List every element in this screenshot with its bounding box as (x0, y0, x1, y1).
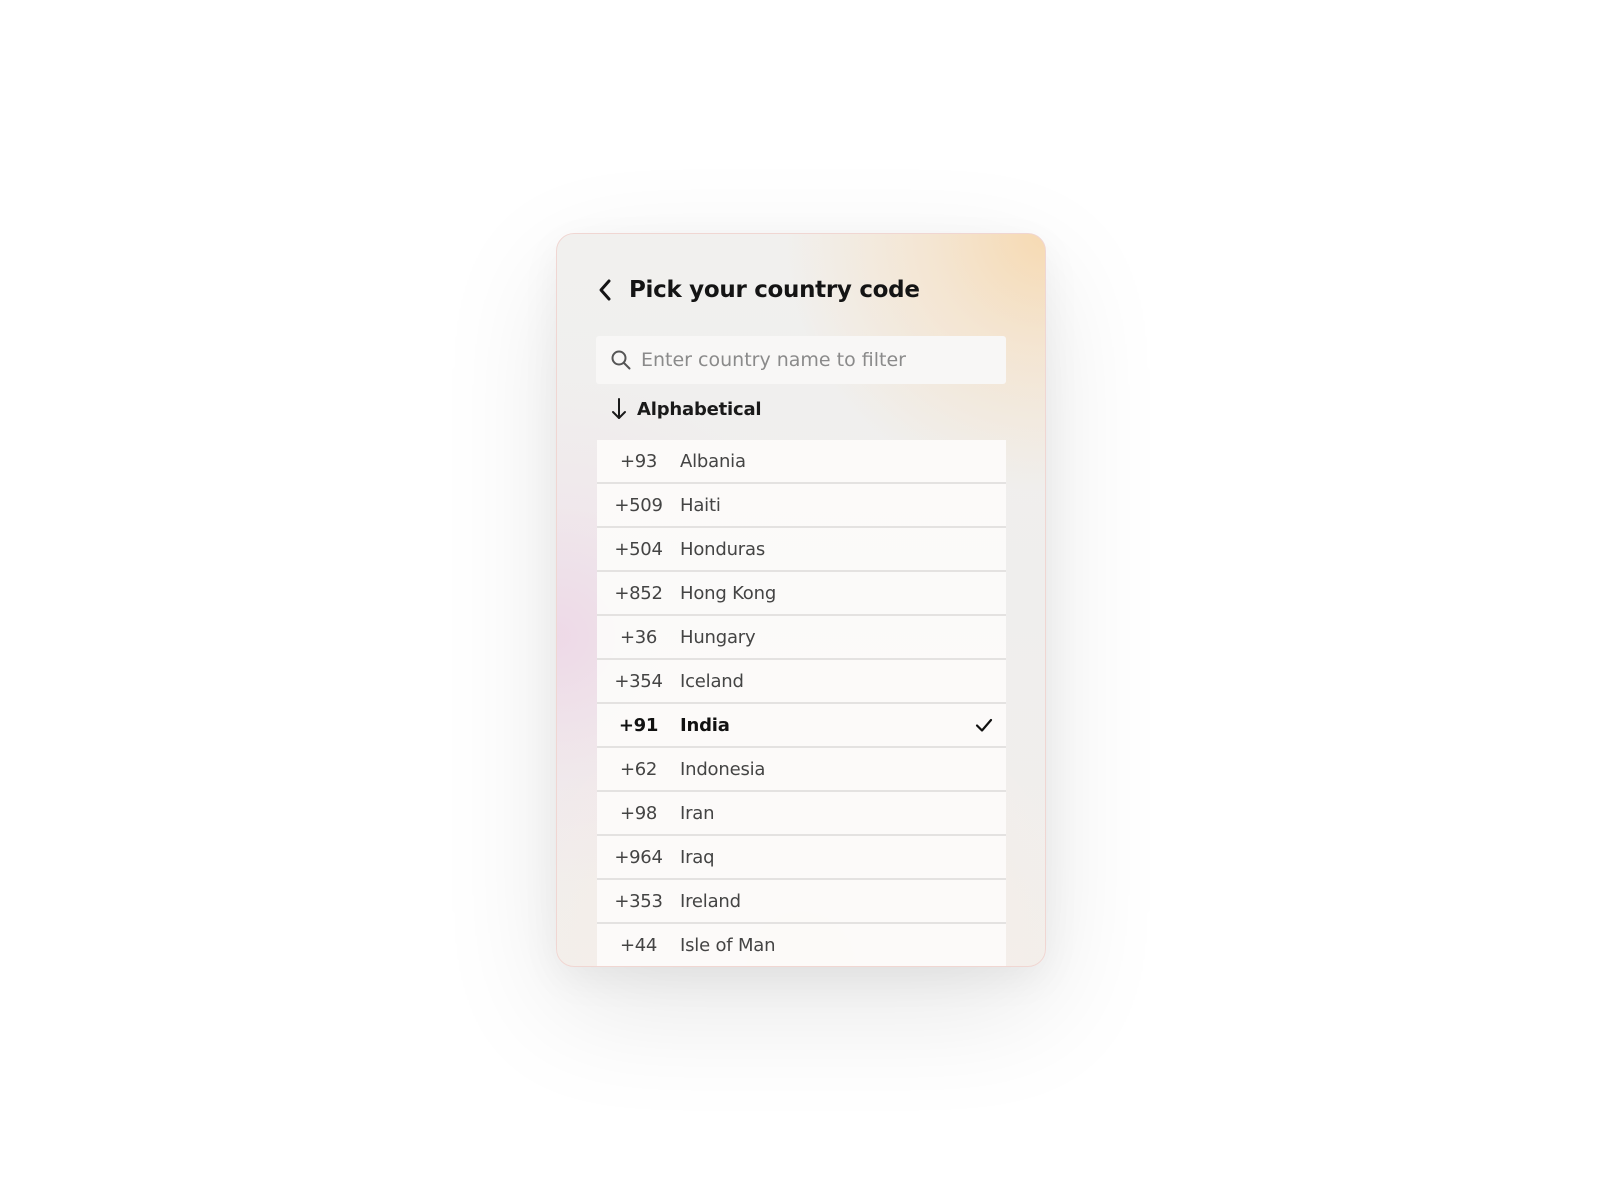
picker-header: Pick your country code (593, 274, 920, 306)
country-name: Iran (680, 802, 715, 824)
country-code-picker-card: Pick your country code Alphabetical (556, 233, 1046, 967)
country-row[interactable]: +98 Iran (597, 792, 1006, 836)
country-row-selected[interactable]: +91 India (597, 704, 1006, 748)
sort-toggle[interactable]: Alphabetical (609, 396, 762, 422)
country-code: +98 (619, 802, 658, 824)
back-button[interactable] (593, 275, 617, 305)
country-code: +504 (614, 538, 663, 560)
country-row[interactable]: +852 Hong Kong (597, 572, 1006, 616)
country-code: +964 (614, 846, 663, 868)
country-code: +852 (614, 582, 663, 604)
page-background: Pick your country code Alphabetical (0, 0, 1600, 1200)
country-row[interactable]: +964 Iraq (597, 836, 1006, 880)
country-code: +509 (614, 494, 663, 516)
country-name: Iceland (680, 670, 744, 692)
country-row[interactable]: +353 Ireland (597, 880, 1006, 924)
country-row[interactable]: +36 Hungary (597, 616, 1006, 660)
country-name: Hungary (680, 626, 756, 648)
search-box[interactable] (596, 336, 1006, 384)
country-name: India (680, 714, 730, 736)
search-input[interactable] (641, 349, 981, 371)
country-code: +44 (619, 934, 658, 956)
chevron-left-icon (599, 279, 611, 301)
country-list: +93 Albania +509 Haiti +504 Honduras +85… (597, 440, 1006, 966)
country-row[interactable]: +62 Indonesia (597, 748, 1006, 792)
country-name: Honduras (680, 538, 765, 560)
sort-label: Alphabetical (637, 398, 762, 420)
search-icon (610, 349, 632, 371)
country-code: +62 (619, 758, 658, 780)
country-name: Albania (680, 450, 746, 472)
arrow-down-icon (609, 396, 629, 422)
country-name: Hong Kong (680, 582, 777, 604)
page-title: Pick your country code (629, 277, 920, 303)
country-row[interactable]: +509 Haiti (597, 484, 1006, 528)
country-row[interactable]: +93 Albania (597, 440, 1006, 484)
country-row[interactable]: +504 Honduras (597, 528, 1006, 572)
country-code: +93 (619, 450, 658, 472)
country-code: +353 (614, 890, 663, 912)
country-row[interactable]: +354 Iceland (597, 660, 1006, 704)
country-name: Haiti (680, 494, 721, 516)
country-name: Indonesia (680, 758, 766, 780)
country-name: Ireland (680, 890, 741, 912)
country-name: Iraq (680, 846, 715, 868)
country-code: +36 (619, 626, 658, 648)
country-code: +91 (618, 714, 659, 736)
country-name: Isle of Man (680, 934, 776, 956)
country-row[interactable]: +44 Isle of Man (597, 924, 1006, 966)
checkmark-icon (975, 718, 993, 732)
country-code: +354 (614, 670, 663, 692)
